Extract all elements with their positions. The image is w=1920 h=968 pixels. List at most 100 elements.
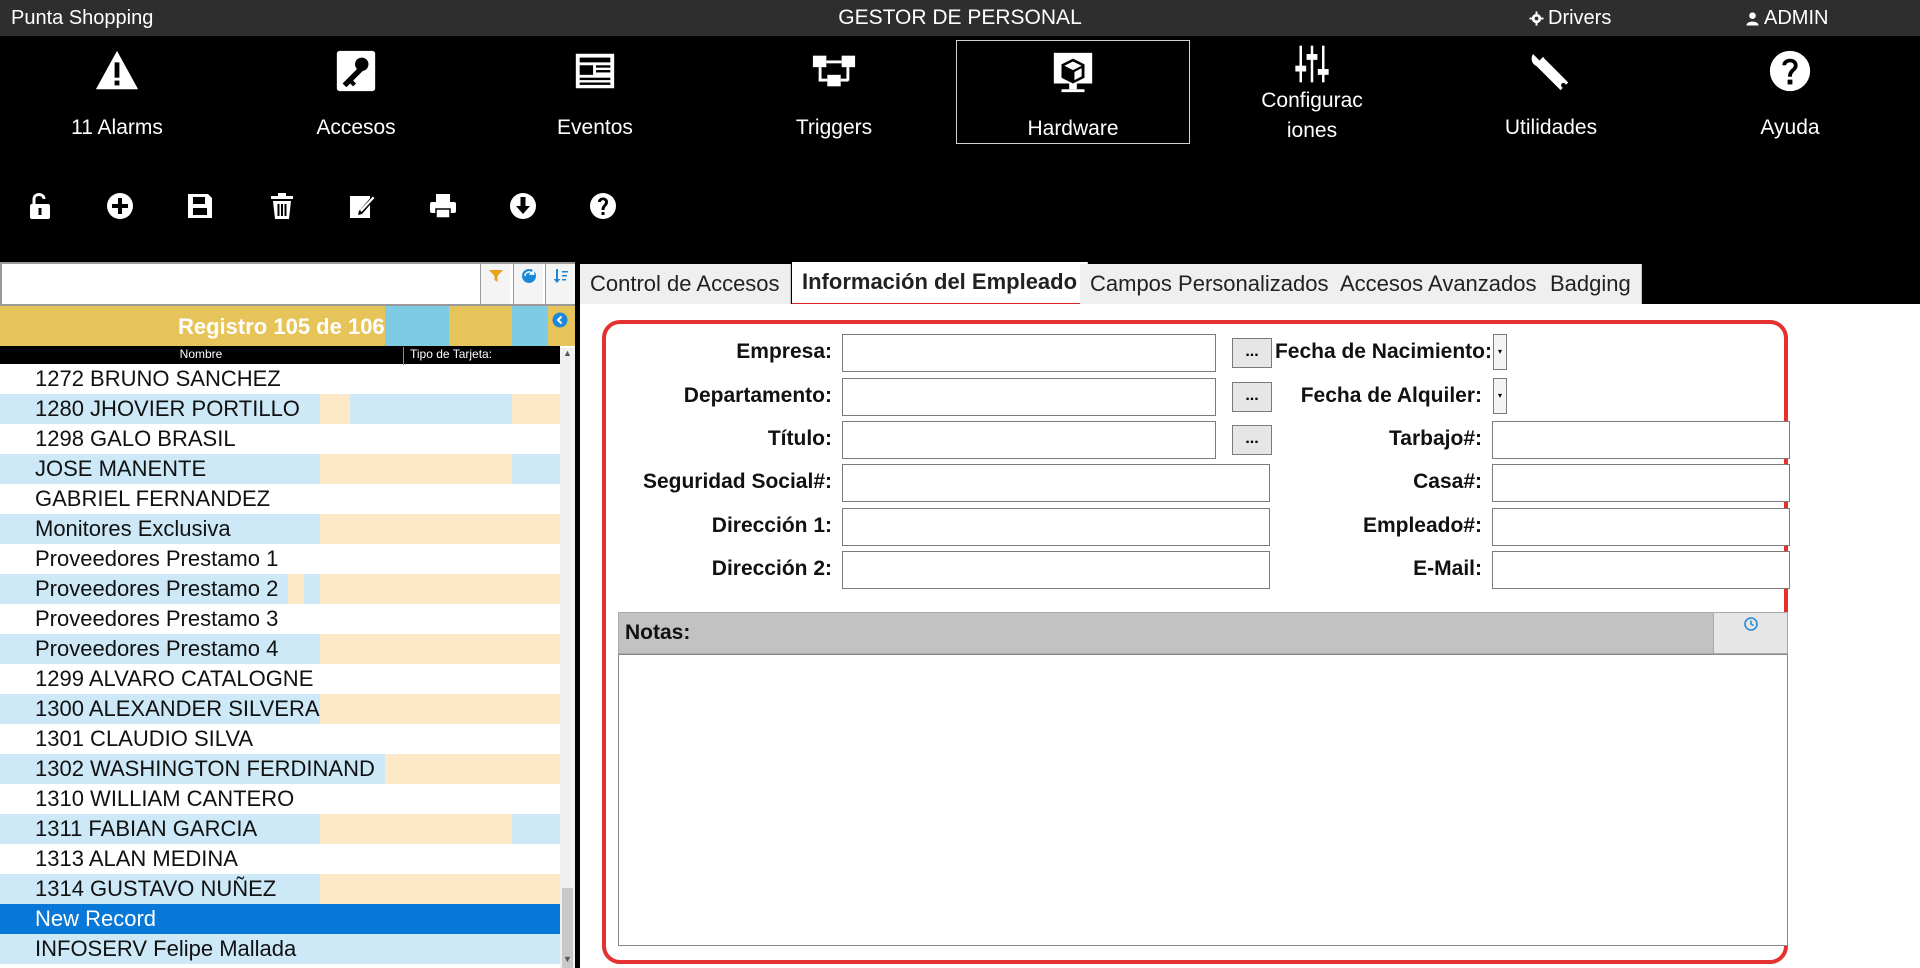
list-item[interactable]: 1310 WILLIAM CANTERO (0, 784, 560, 814)
unlock-button[interactable] (20, 186, 60, 226)
fecha-nacimiento-picker[interactable]: ▾ (1493, 334, 1507, 370)
empresa-field[interactable] (842, 334, 1216, 372)
empleado-field[interactable] (1492, 508, 1790, 546)
list-item[interactable]: Proveedores Prestamo 3 (0, 604, 560, 634)
main-ribbon: 11 Alarms Accesos Eventos Triggers Hardw… (0, 40, 1920, 148)
refresh-button[interactable] (513, 264, 543, 304)
list-item[interactable]: Proveedores Prestamo 1 (0, 544, 560, 574)
list-item[interactable]: Proveedores Prestamo 4 (0, 634, 560, 664)
ribbon-eventos[interactable]: Eventos (478, 40, 712, 144)
user-menu[interactable]: ADMIN (1745, 7, 1828, 30)
list-scrollbar[interactable]: ▲ ▼ (560, 348, 575, 968)
list-item[interactable]: 1311 FABIAN GARCIA (0, 814, 560, 844)
scroll-down-icon[interactable]: ▼ (560, 954, 575, 968)
notes-label: Notas: (625, 621, 691, 644)
user-name: ADMIN (1764, 7, 1829, 29)
titulo-field[interactable] (842, 421, 1216, 459)
list-item-name: 1299 ALVARO CATALOGNE (35, 666, 314, 691)
row-card-type-cell (320, 694, 560, 724)
filter-button[interactable] (480, 264, 510, 304)
list-item[interactable]: Monitores Exclusiva (0, 514, 560, 544)
list-item[interactable]: 1298 GALO BRASIL (0, 424, 560, 454)
list-item[interactable]: Proveedores Prestamo 2 (0, 574, 560, 604)
list-item-name: JOSE MANENTE (35, 456, 207, 481)
edit-button[interactable] (342, 186, 382, 226)
email-field[interactable] (1492, 551, 1790, 589)
column-tipo-tarjeta[interactable]: Tipo de Tarjeta: (403, 347, 560, 365)
sliders-icon (1295, 45, 1329, 83)
window-title: GESTOR DE PERSONAL (838, 6, 1082, 29)
list-item[interactable]: GABRIEL FERNANDEZ (0, 484, 560, 514)
ribbon-configuraciones[interactable]: Configurac iones (1195, 40, 1429, 144)
toolbar-help-button[interactable] (583, 186, 623, 226)
list-item-name: New Record (35, 906, 157, 931)
scroll-up-icon[interactable]: ▲ (560, 348, 575, 362)
row-card-type-cell (320, 814, 512, 844)
record-counter: Registro 105 de 106 (178, 314, 385, 339)
ribbon-label: Utilidades (1504, 116, 1598, 139)
print-icon (430, 194, 456, 219)
bar-segment (512, 306, 548, 346)
titulo-label: Título: (767, 427, 832, 450)
list-item[interactable]: New Record (0, 904, 560, 934)
direccion2-field[interactable] (842, 551, 1270, 589)
ribbon-hardware[interactable]: Hardware (956, 40, 1190, 144)
drivers-button[interactable]: Drivers (1529, 7, 1611, 30)
trabajo-field[interactable] (1492, 421, 1790, 459)
action-toolbar (0, 186, 700, 230)
tab-control-accesos[interactable]: Control de Accesos (580, 264, 791, 304)
ribbon-accesos[interactable]: Accesos (239, 40, 473, 144)
refresh-icon (521, 269, 536, 283)
ribbon-utilidades[interactable]: Utilidades (1434, 40, 1668, 144)
fecha-alquiler-picker[interactable]: ▾ (1493, 378, 1507, 414)
tab-campos-personalizados[interactable]: Campos Personalizados (1080, 264, 1340, 304)
app-window: Punta Shopping GESTOR DE PERSONAL Driver… (0, 0, 1920, 968)
list-item[interactable]: INFOSERV Felipe Mallada (0, 934, 560, 964)
list-item-name: Proveedores Prestamo 3 (35, 606, 279, 631)
tab-informacion-empleado[interactable]: Información del Empleado (792, 262, 1089, 306)
ribbon-triggers[interactable]: Triggers (717, 40, 951, 144)
search-input[interactable] (2, 264, 480, 304)
employee-info-pane: Empresa: ... Departamento: ... Título: .… (580, 304, 1920, 968)
expand-circle-icon[interactable] (552, 312, 568, 328)
notes-textarea[interactable] (618, 654, 1788, 946)
ribbon-ayuda[interactable]: Ayuda (1673, 40, 1907, 144)
casa-field[interactable] (1492, 464, 1790, 502)
save-button[interactable] (180, 186, 220, 226)
column-nombre[interactable]: Nombre (0, 347, 402, 361)
list-item-name: Proveedores Prestamo 4 (35, 636, 279, 661)
tab-badging[interactable]: Badging (1540, 264, 1642, 304)
departamento-field[interactable] (842, 378, 1216, 416)
list-item[interactable]: 1301 CLAUDIO SILVA (0, 724, 560, 754)
sort-button[interactable] (545, 264, 575, 304)
list-item[interactable]: 1313 ALAN MEDINA (0, 844, 560, 874)
ribbon-alarms[interactable]: 11 Alarms (0, 40, 234, 144)
empresa-browse-button[interactable]: ... (1232, 338, 1272, 368)
notes-timestamp-button[interactable] (1713, 613, 1787, 653)
delete-button[interactable] (262, 186, 302, 226)
ribbon-label: Triggers (795, 116, 873, 139)
direccion1-field[interactable] (842, 508, 1270, 546)
departamento-browse-button[interactable]: ... (1232, 382, 1272, 412)
add-button[interactable] (100, 186, 140, 226)
row-card-type-cell (320, 454, 512, 484)
print-button[interactable] (423, 186, 463, 226)
help-icon (1769, 50, 1811, 92)
list-item[interactable]: 1280 JHOVIER PORTILLO (0, 394, 560, 424)
empresa-label: Empresa: (736, 340, 832, 363)
list-item[interactable]: 1300 ALEXANDER SILVERA (0, 694, 560, 724)
list-item[interactable]: 1299 ALVARO CATALOGNE (0, 664, 560, 694)
row-card-type-cell (320, 394, 350, 424)
download-button[interactable] (503, 186, 543, 226)
list-item[interactable]: 1314 GUSTAVO NUÑEZ (0, 874, 560, 904)
list-item[interactable]: JOSE MANENTE (0, 454, 560, 484)
seguridad-social-field[interactable] (842, 464, 1270, 502)
list-item-name: 1313 ALAN MEDINA (35, 846, 238, 871)
list-item[interactable]: 1302 WASHINGTON FERDINAND (0, 754, 560, 784)
list-item-name: 1280 JHOVIER PORTILLO (35, 396, 300, 421)
delete-icon (271, 193, 293, 219)
titulo-browse-button[interactable]: ... (1232, 425, 1272, 455)
tab-accesos-avanzados[interactable]: Accesos Avanzados (1330, 264, 1548, 304)
door-key-icon (336, 50, 376, 92)
list-item[interactable]: 1272 BRUNO SANCHEZ (0, 364, 560, 394)
